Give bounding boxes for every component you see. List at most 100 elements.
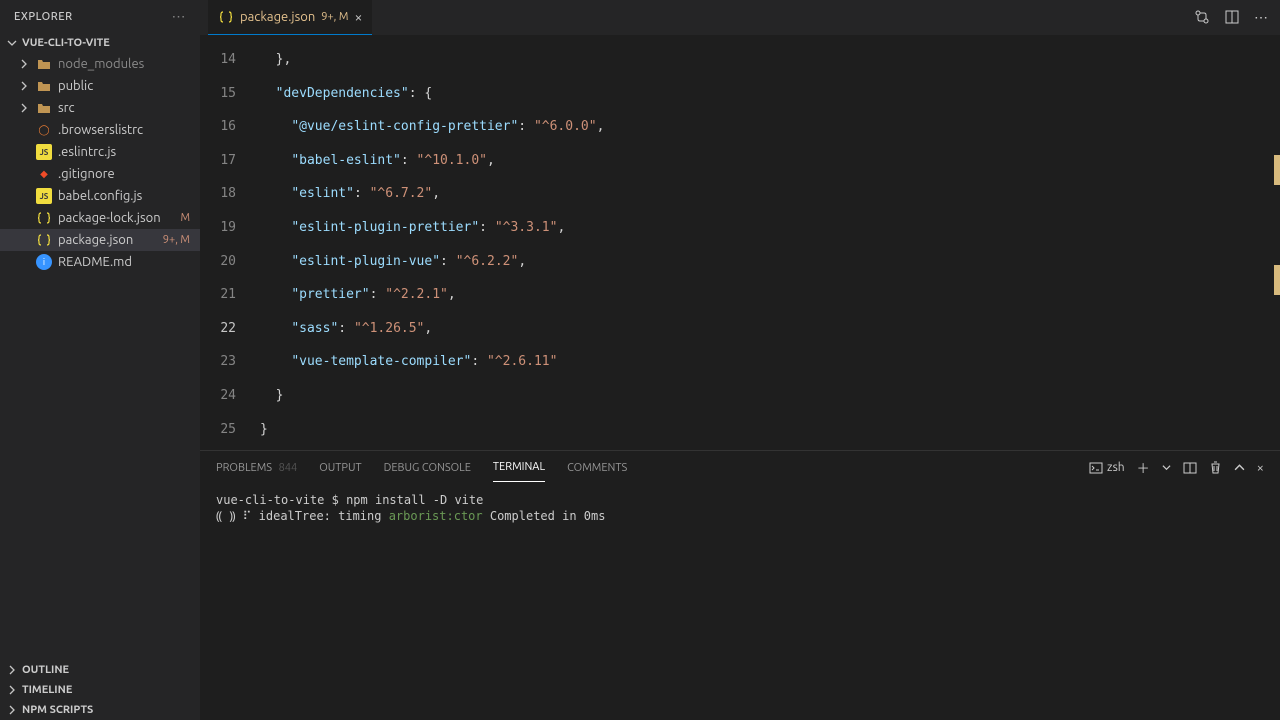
item-name: babel.config.js — [58, 189, 194, 203]
code-line: } — [260, 379, 1280, 413]
main-area: package.json 9+, M × ⋯ 14151617181920212… — [200, 0, 1280, 720]
terminal-icon — [1089, 461, 1103, 475]
terminal-dropdown-icon[interactable] — [1162, 463, 1171, 472]
file-tree: node_modulespublic src ◯.browserslistrcJS.… — [0, 53, 200, 660]
file-item[interactable]: package-lock.json M — [0, 207, 200, 229]
file-item[interactable]: ◆.gitignore — [0, 163, 200, 185]
item-name: src — [58, 101, 194, 115]
chevron-down-icon — [6, 37, 18, 49]
code-editor[interactable]: 141516171819202122232425 }, "devDependen… — [200, 35, 1280, 450]
file-item[interactable]: package.json 9+, M — [0, 229, 200, 251]
panel: PROBLEMS 844 OUTPUT DEBUG CONSOLE TERMIN… — [200, 450, 1280, 720]
tab-comments[interactable]: COMMENTS — [567, 454, 627, 482]
tab-package-json[interactable]: package.json 9+, M × — [208, 0, 372, 35]
tabs-right-actions: ⋯ — [1182, 9, 1280, 26]
kill-terminal-icon[interactable] — [1209, 461, 1222, 474]
close-icon[interactable]: × — [354, 9, 362, 25]
item-name: public — [58, 79, 194, 93]
tab-status: 9+, M — [321, 11, 348, 23]
line-number: 23 — [200, 345, 236, 379]
section-label: OUTLINE — [22, 664, 69, 676]
item-name: package-lock.json — [58, 211, 174, 225]
terminal-shell-selector[interactable]: zsh — [1089, 461, 1125, 475]
line-number: 22 — [200, 312, 236, 346]
chevron-right-icon — [18, 80, 30, 92]
code-line: "eslint": "^6.7.2", — [260, 177, 1280, 211]
code-line: "prettier": "^2.2.1", — [260, 278, 1280, 312]
explorer-header: EXPLORER ⋯ — [0, 0, 200, 33]
line-number: 20 — [200, 245, 236, 279]
code-line: } — [260, 413, 1280, 447]
minimap-change-marker — [1274, 265, 1280, 295]
file-item[interactable]: JS.eslintrc.js — [0, 141, 200, 163]
minimap-change-marker — [1274, 155, 1280, 185]
code-line: "vue-template-compiler": "^2.6.11" — [260, 345, 1280, 379]
line-number: 21 — [200, 278, 236, 312]
code-line: "sass": "^1.26.5", — [260, 312, 1280, 346]
code-line: "devDependencies": { — [260, 77, 1280, 111]
line-number: 16 — [200, 110, 236, 144]
tab-filename: package.json — [240, 10, 315, 24]
folder-item[interactable]: src — [0, 97, 200, 119]
tab-terminal[interactable]: TERMINAL — [493, 453, 545, 482]
git-status: M — [180, 212, 190, 224]
compare-changes-icon[interactable] — [1194, 9, 1210, 26]
file-item[interactable]: iREADME.md — [0, 251, 200, 273]
chevron-right-icon — [6, 704, 18, 716]
tab-output[interactable]: OUTPUT — [319, 454, 361, 482]
folder-icon — [36, 100, 52, 116]
code-line: }, — [260, 43, 1280, 77]
chevron-right-icon — [18, 102, 30, 114]
code-line: "@vue/eslint-config-prettier": "^6.0.0", — [260, 110, 1280, 144]
project-name-label: VUE-CLI-TO-VITE — [22, 37, 110, 49]
file-item[interactable]: JSbabel.config.js — [0, 185, 200, 207]
new-terminal-icon[interactable]: ＋ — [1137, 458, 1150, 477]
folder-item[interactable]: public — [0, 75, 200, 97]
line-number: 17 — [200, 144, 236, 178]
project-root[interactable]: VUE-CLI-TO-VITE — [0, 33, 200, 53]
folder-icon — [36, 56, 52, 72]
more-actions-icon[interactable]: ⋯ — [1254, 9, 1268, 26]
item-name: package.json — [58, 233, 157, 247]
panel-tabs: PROBLEMS 844 OUTPUT DEBUG CONSOLE TERMIN… — [200, 451, 1280, 484]
code-line: "eslint-plugin-prettier": "^3.3.1", — [260, 211, 1280, 245]
item-name: .gitignore — [58, 167, 194, 181]
close-panel-icon[interactable]: × — [1257, 461, 1264, 475]
line-number: 24 — [200, 379, 236, 413]
item-name: README.md — [58, 255, 194, 269]
code-content: }, "devDependencies": { "@vue/eslint-con… — [260, 35, 1280, 450]
split-editor-icon[interactable] — [1224, 9, 1240, 26]
line-gutter: 141516171819202122232425 — [200, 35, 260, 450]
chevron-right-icon — [6, 664, 18, 676]
explorer-more-icon[interactable]: ⋯ — [172, 8, 187, 25]
tab-debug-console[interactable]: DEBUG CONSOLE — [384, 454, 471, 482]
maximize-panel-icon[interactable] — [1234, 462, 1245, 473]
tab-problems[interactable]: PROBLEMS 844 — [216, 454, 297, 482]
code-line: "babel-eslint": "^10.1.0", — [260, 144, 1280, 178]
problems-count: 844 — [279, 462, 298, 474]
line-number: 14 — [200, 43, 236, 77]
section-timeline[interactable]: TIMELINE — [0, 680, 200, 700]
section-label: TIMELINE — [22, 684, 72, 696]
code-line: "eslint-plugin-vue": "^6.2.2", — [260, 245, 1280, 279]
terminal-body[interactable]: vue-cli-to-vite $ npm install -D vite ⸨ … — [200, 484, 1280, 720]
terminal-line: vue-cli-to-vite $ npm install -D vite — [216, 492, 1264, 508]
line-number: 19 — [200, 211, 236, 245]
split-terminal-icon[interactable] — [1183, 461, 1197, 475]
explorer-title: EXPLORER — [14, 11, 73, 23]
explorer-sidebar: EXPLORER ⋯ VUE-CLI-TO-VITE node_modulesp… — [0, 0, 200, 720]
line-number: 25 — [200, 413, 236, 447]
item-name: .browserslistrc — [58, 123, 194, 137]
git-status: 9+, M — [163, 234, 190, 246]
terminal-line: ⸨ ⸩ ⠏ idealTree: timing arborist:ctor Co… — [216, 508, 1264, 524]
sidebar-bottom-sections: OUTLINE TIMELINE NPM SCRIPTS — [0, 660, 200, 720]
editor-tabs: package.json 9+, M × ⋯ — [200, 0, 1280, 35]
section-outline[interactable]: OUTLINE — [0, 660, 200, 680]
line-number: 15 — [200, 77, 236, 111]
folder-item[interactable]: node_modules — [0, 53, 200, 75]
chevron-right-icon — [6, 684, 18, 696]
section-npm-scripts[interactable]: NPM SCRIPTS — [0, 700, 200, 720]
chevron-right-icon — [18, 58, 30, 70]
file-item[interactable]: ◯.browserslistrc — [0, 119, 200, 141]
item-name: node_modules — [58, 57, 194, 71]
